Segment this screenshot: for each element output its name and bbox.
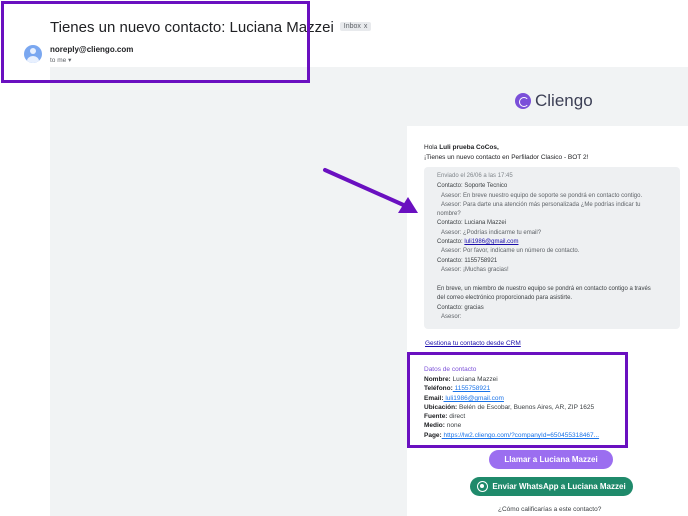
conversation-line: Contacto: luli1986@gmail.com <box>437 239 519 245</box>
cliengo-logo: Cliengo <box>515 91 593 111</box>
rating-question: ¿Cómo calificarías a este contacto? <box>498 506 602 513</box>
whatsapp-button-label: Enviar WhatsApp a Luciana Mazzei <box>492 482 626 491</box>
close-icon[interactable]: x <box>364 23 368 30</box>
brand-name: Cliengo <box>535 91 593 110</box>
annotation-box-contact <box>407 352 628 448</box>
annotation-arrow-icon <box>323 168 418 213</box>
conversation-line: En breve, un miembro de nuestro equipo s… <box>437 286 651 292</box>
conversation-line: Asesor: ¿Podrías indicarme tu email? <box>441 230 542 236</box>
conversation-line: Contacto: 1155758921 <box>437 258 498 264</box>
greeting-message: ¡Tienes un nuevo contacto en Perfilador … <box>424 153 589 161</box>
whatsapp-icon <box>477 481 489 492</box>
conversation-date: Enviado el 26/06 a las 17:45 <box>437 173 513 179</box>
conversation-email-link[interactable]: luli1986@gmail.com <box>464 239 518 245</box>
conversation-line: Asesor: En breve nuestro equipo de sopor… <box>441 193 643 199</box>
conversation-line: Contacto: gracias <box>437 305 484 311</box>
conversation-line: Asesor: Para darte una atención más pers… <box>441 202 641 208</box>
conversation-line: Asesor: Por favor, indícame un número de… <box>441 248 580 254</box>
conversation-line: nombre? <box>437 211 461 217</box>
greeting: Hola Luli prueba CoCos, ¡Tienes un nuevo… <box>424 144 589 161</box>
cliengo-logo-icon <box>515 93 531 109</box>
call-contact-button[interactable]: Llamar a Luciana Mazzei <box>489 450 613 469</box>
whatsapp-contact-button[interactable]: Enviar WhatsApp a Luciana Mazzei <box>470 477 633 496</box>
annotation-box-header <box>1 1 310 83</box>
conversation-line: Contacto: Luciana Mazzei <box>437 220 507 226</box>
conversation-line: Contacto: Soporte Tecnico <box>437 183 508 189</box>
inbox-label-chip[interactable]: Inbox x <box>339 21 372 31</box>
conversation-line: Asesor: ¡Muchas gracias! <box>441 267 509 273</box>
crm-link[interactable]: Gestiona tu contacto desde CRM <box>425 340 521 347</box>
account-name: Luli prueba CoCos, <box>439 144 499 151</box>
conversation-line: Asesor: <box>441 314 462 320</box>
conversation-line: del correo electrónico proporcionado par… <box>437 295 573 301</box>
